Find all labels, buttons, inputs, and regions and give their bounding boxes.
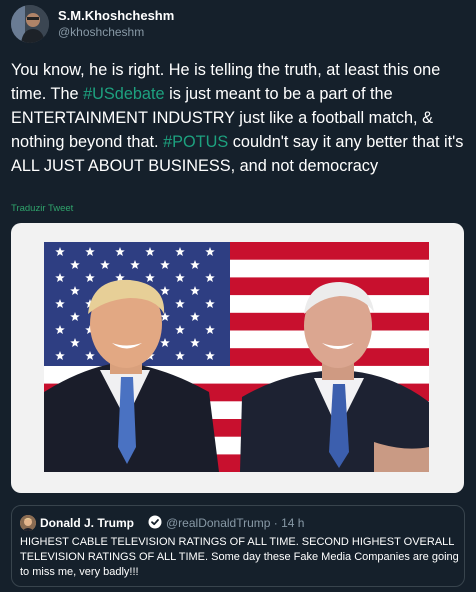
quoted-tweet-text: HIGHEST CABLE TELEVISION RATINGS OF ALL …: [20, 536, 459, 578]
tweet-photo[interactable]: [44, 242, 429, 472]
author-handle[interactable]: @khoshcheshm: [58, 25, 144, 39]
quoted-author-name[interactable]: Donald J. Trump: [40, 516, 134, 530]
author-avatar[interactable]: [11, 5, 49, 43]
tweet-text: You know, he is right. He is telling the…: [11, 58, 467, 178]
tweet-media[interactable]: [11, 223, 464, 493]
quoted-handle-time[interactable]: @realDonaldTrump · 14 h: [166, 516, 304, 530]
author-name[interactable]: S.M.Khoshcheshm: [58, 8, 174, 23]
translate-tweet-link[interactable]: Traduzir Tweet: [11, 203, 73, 214]
quoted-author-avatar[interactable]: [20, 515, 36, 531]
hashtag-link[interactable]: #POTUS: [163, 133, 228, 151]
verified-badge-icon: [148, 515, 162, 529]
quoted-tweet[interactable]: Donald J. Trump @realDonaldTrump · 14 h …: [11, 505, 465, 587]
hashtag-link[interactable]: #USdebate: [83, 85, 164, 103]
